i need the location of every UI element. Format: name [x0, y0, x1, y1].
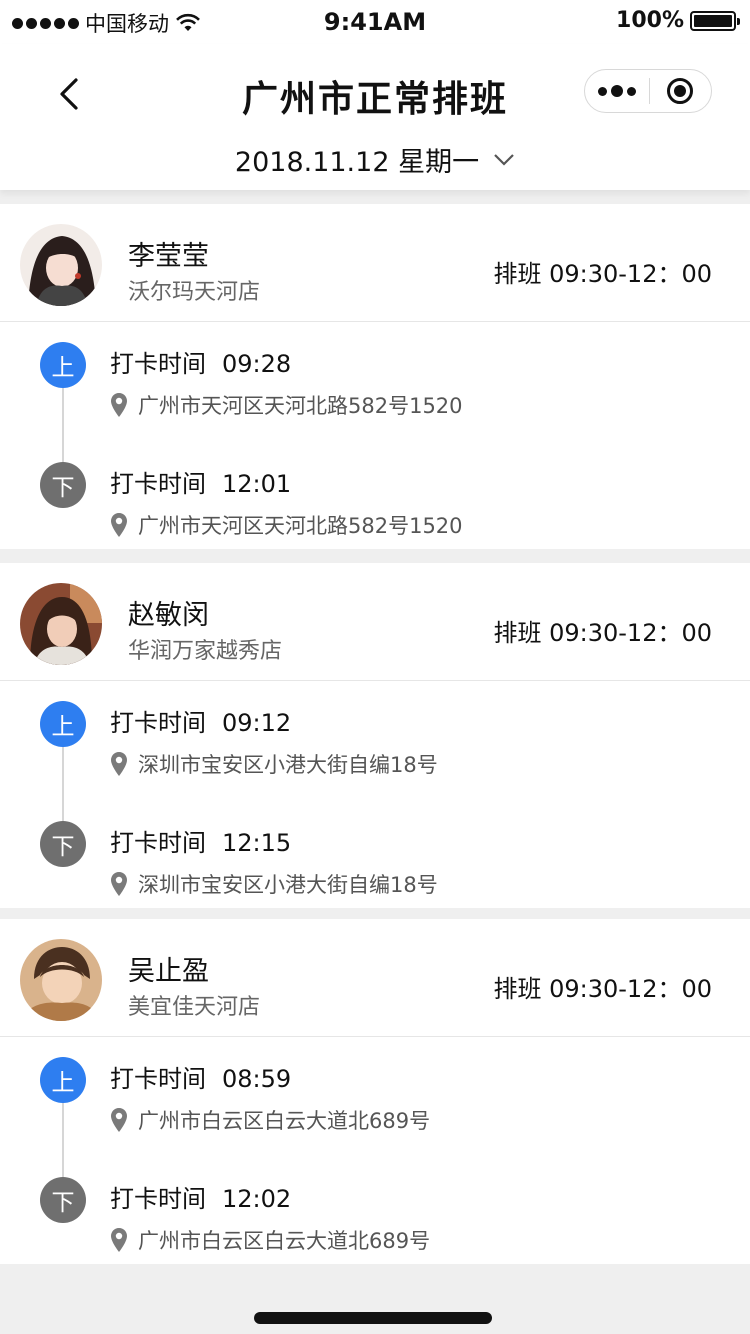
- clock-out-time: 打卡时间 12:01: [110, 464, 291, 499]
- punch-time: 12:15: [222, 829, 292, 857]
- location-pin-icon: [111, 1228, 127, 1252]
- clock-in-time: 打卡时间 09:12: [110, 703, 291, 738]
- clock-out-location: 广州市天河区天河北路582号1520: [110, 510, 463, 540]
- attendance-card: 李莹莹 沃尔玛天河店 排班 09:30-12：00 上 打卡时间 09:28 广州…: [0, 204, 750, 549]
- clock-out-time: 打卡时间 12:15: [110, 823, 291, 858]
- punch-time: 09:28: [222, 350, 292, 378]
- clock-in-badge: 上: [40, 701, 86, 747]
- battery-percent: 100%: [616, 8, 684, 33]
- mini-program-capsule: [584, 69, 712, 113]
- punch-label: 打卡时间: [110, 350, 206, 378]
- clock-out-location: 广州市白云区白云大道北689号: [110, 1225, 430, 1255]
- location-text: 广州市白云区白云大道北689号: [138, 1109, 431, 1133]
- clock-in-location: 深圳市宝安区小港大街自编18号: [110, 749, 438, 779]
- punch-time: 12:02: [222, 1185, 292, 1213]
- location-text: 深圳市宝安区小港大街自编18号: [138, 753, 438, 777]
- clock-in-badge: 上: [40, 1057, 86, 1103]
- punch-label: 打卡时间: [110, 709, 206, 737]
- store-name: 沃尔玛天河店: [128, 280, 261, 305]
- punch-time: 08:59: [222, 1065, 292, 1093]
- punch-timeline: 上 打卡时间 09:12 深圳市宝安区小港大街自编18号 下 打卡时间 12:15 …: [0, 681, 750, 908]
- employee-name: 吴止盈: [128, 956, 209, 987]
- status-bar: 中国移动 9:41AM 100%: [0, 0, 750, 44]
- location-text: 广州市天河区天河北路582号1520: [138, 394, 463, 418]
- clock-in-badge: 上: [40, 342, 86, 388]
- punch-label: 打卡时间: [110, 829, 206, 857]
- card-header: 李莹莹 沃尔玛天河店 排班 09:30-12：00: [0, 204, 750, 322]
- avatar: [20, 583, 102, 665]
- employee-name: 李莹莹: [128, 241, 209, 272]
- punch-time: 09:12: [222, 709, 292, 737]
- card-header: 吴止盈 美宜佳天河店 排班 09:30-12：00: [0, 919, 750, 1037]
- location-pin-icon: [111, 752, 127, 776]
- location-text: 广州市白云区白云大道北689号: [138, 1229, 431, 1253]
- card-header: 赵敏闵 华润万家越秀店 排班 09:30-12：00: [0, 563, 750, 681]
- location-pin-icon: [111, 513, 127, 537]
- clock-in-time: 打卡时间 09:28: [110, 344, 291, 379]
- clock-out-badge: 下: [40, 1177, 86, 1223]
- punch-timeline: 上 打卡时间 08:59 广州市白云区白云大道北689号 下 打卡时间 12:02 …: [0, 1037, 750, 1264]
- clock-out-time: 打卡时间 12:02: [110, 1179, 291, 1214]
- clock-in-location: 广州市天河区天河北路582号1520: [110, 390, 463, 420]
- attendance-card: 赵敏闵 华润万家越秀店 排班 09:30-12：00 上 打卡时间 09:12 深…: [0, 563, 750, 908]
- store-name: 华润万家越秀店: [128, 639, 283, 664]
- battery-icon: [690, 10, 740, 31]
- chevron-down-icon: [494, 153, 514, 166]
- avatar: [20, 224, 102, 306]
- location-text: 深圳市宝安区小港大街自编18号: [138, 873, 438, 897]
- nav-header: 广州市正常排班 2018.11.12 星期一: [0, 44, 750, 190]
- more-icon[interactable]: [585, 70, 649, 112]
- shift-time: 排班 09:30-12：00: [493, 975, 712, 1003]
- shift-time: 排班 09:30-12：00: [493, 619, 712, 647]
- store-name: 美宜佳天河店: [128, 995, 261, 1020]
- shift-time: 排班 09:30-12：00: [493, 260, 712, 288]
- date-selector[interactable]: 2018.11.12 星期一: [0, 140, 750, 179]
- location-pin-icon: [111, 1108, 127, 1132]
- clock-out-badge: 下: [40, 821, 86, 867]
- clock-in-location: 广州市白云区白云大道北689号: [110, 1105, 430, 1135]
- avatar: [20, 939, 102, 1021]
- location-pin-icon: [111, 872, 127, 896]
- home-indicator[interactable]: [254, 1312, 492, 1324]
- clock-in-time: 打卡时间 08:59: [110, 1059, 291, 1094]
- employee-name: 赵敏闵: [128, 600, 209, 631]
- punch-label: 打卡时间: [110, 470, 206, 498]
- close-miniprogram-icon[interactable]: [649, 70, 711, 112]
- punch-timeline: 上 打卡时间 09:28 广州市天河区天河北路582号1520 下 打卡时间 12:…: [0, 322, 750, 549]
- date-label: 2018.11.12 星期一: [234, 147, 480, 178]
- punch-time: 12:01: [222, 470, 292, 498]
- clock-out-location: 深圳市宝安区小港大街自编18号: [110, 869, 438, 899]
- status-right: 100%: [616, 8, 740, 33]
- clock-out-badge: 下: [40, 462, 86, 508]
- punch-label: 打卡时间: [110, 1065, 206, 1093]
- attendance-card: 吴止盈 美宜佳天河店 排班 09:30-12：00 上 打卡时间 08:59 广州…: [0, 919, 750, 1264]
- location-text: 广州市天河区天河北路582号1520: [138, 514, 463, 538]
- location-pin-icon: [111, 393, 127, 417]
- punch-label: 打卡时间: [110, 1185, 206, 1213]
